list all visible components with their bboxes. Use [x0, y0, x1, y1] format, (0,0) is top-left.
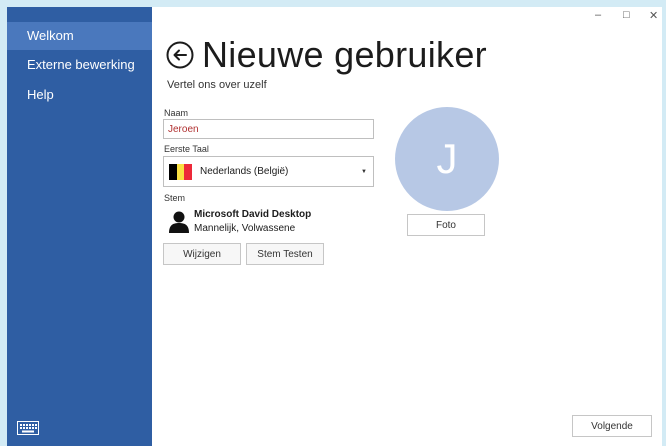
main-content: – □ ✕ Nieuwe gebruiker Vertel ons over u… [152, 7, 662, 446]
sidebar-item-label: Externe bewerking [27, 57, 135, 72]
voice-label: Stem [164, 193, 186, 203]
language-select[interactable]: Nederlands (België) ▼ [163, 156, 374, 187]
sidebar: Welkom Externe bewerking Help [7, 7, 152, 446]
close-button[interactable]: ✕ [649, 9, 658, 22]
chevron-down-icon: ▼ [361, 168, 367, 175]
sidebar-item-welkom[interactable]: Welkom [7, 22, 152, 50]
page-title: Nieuwe gebruiker [202, 34, 487, 75]
sidebar-item-label: Help [27, 87, 54, 102]
keyboard-icon[interactable] [17, 421, 39, 435]
app-window: Welkom Externe bewerking Help – □ ✕ Nieu… [7, 7, 662, 446]
voice-name: Microsoft David Desktop [194, 209, 312, 220]
minimize-button[interactable]: – [595, 9, 601, 21]
title-row: Nieuwe gebruiker [166, 34, 487, 75]
back-arrow-icon[interactable] [166, 41, 194, 69]
sidebar-item-help[interactable]: Help [7, 81, 152, 109]
maximize-button[interactable]: □ [623, 9, 630, 21]
sidebar-item-externe-bewerking[interactable]: Externe bewerking [7, 51, 152, 79]
name-input[interactable] [163, 119, 374, 139]
next-button[interactable]: Volgende [572, 415, 652, 437]
sidebar-item-label: Welkom [27, 28, 74, 43]
belgium-flag-icon [169, 163, 193, 180]
language-value: Nederlands (België) [200, 166, 289, 177]
voice-description: Mannelijk, Volwassene [194, 223, 296, 234]
avatar: J [395, 107, 499, 211]
avatar-initial: J [436, 135, 458, 182]
test-voice-button[interactable]: Stem Testen [246, 243, 324, 265]
name-label: Naam [164, 108, 189, 118]
page-subtitle: Vertel ons over uzelf [167, 79, 267, 91]
person-icon [169, 211, 189, 233]
change-voice-button[interactable]: Wijzigen [163, 243, 241, 265]
photo-button[interactable]: Foto [407, 214, 485, 236]
language-label: Eerste Taal [164, 144, 209, 154]
